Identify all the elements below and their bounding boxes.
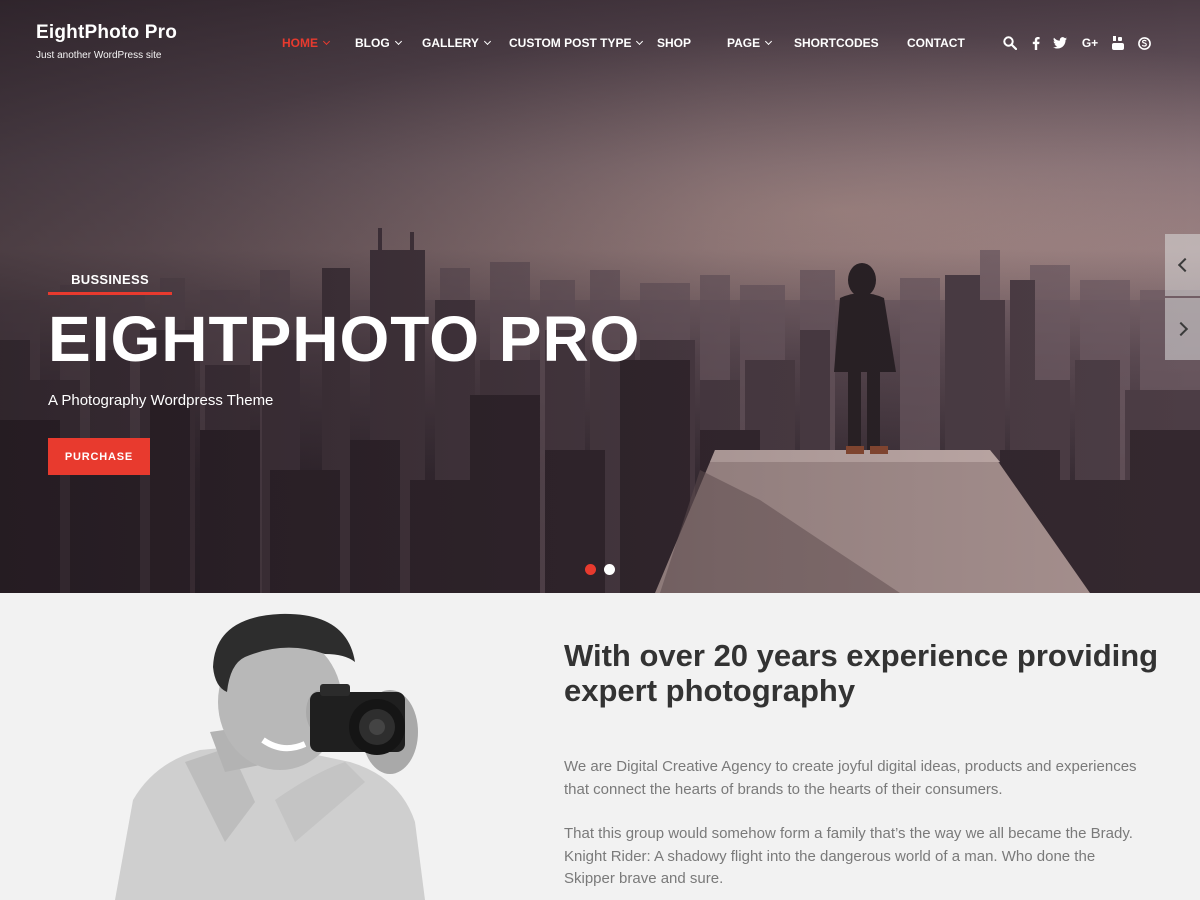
slider-pagination xyxy=(585,564,615,575)
nav-item-label: HOME xyxy=(282,36,318,50)
slider-dot-2[interactable] xyxy=(604,564,615,575)
nav-item-label: BLOG xyxy=(355,36,390,50)
chevron-down-icon xyxy=(765,37,773,46)
nav-item-label: SHOP xyxy=(657,36,692,50)
nav-item-label: CUSTOM POST TYPE xyxy=(509,36,632,50)
about-paragraph-1: We are Digital Creative Agency to create… xyxy=(564,758,1137,798)
nav-item-page[interactable]: PAGE xyxy=(727,36,773,50)
about-heading: With over 20 years experience providing … xyxy=(564,638,1159,708)
chevron-down-icon xyxy=(636,37,644,46)
photographer-image xyxy=(115,613,425,900)
hero-subtitle: A Photography Wordpress Theme xyxy=(48,392,274,409)
facebook-icon[interactable] xyxy=(1030,34,1042,52)
nav-item-custom-post-type[interactable]: CUSTOM POST TYPE xyxy=(509,36,644,50)
slider-prev-button[interactable] xyxy=(1165,234,1200,296)
site-tagline: Just another WordPress site xyxy=(36,50,162,61)
twitter-icon[interactable] xyxy=(1052,34,1068,52)
nav-item-shortcodes[interactable]: SHORTCODES xyxy=(794,36,879,50)
nav-item-label: GALLERY xyxy=(422,36,479,50)
search-icon[interactable] xyxy=(1002,34,1018,52)
slider-next-button[interactable] xyxy=(1165,298,1200,360)
skype-icon[interactable] xyxy=(1137,34,1151,52)
chevron-right-icon xyxy=(1173,321,1188,337)
google-plus-icon[interactable]: G+ xyxy=(1080,34,1100,52)
nav-item-home[interactable]: HOME xyxy=(282,36,331,50)
site-logo[interactable]: EightPhoto Pro Just another WordPress si… xyxy=(36,22,177,61)
site-title[interactable]: EightPhoto Pro xyxy=(36,22,177,44)
nav-item-label: CONTACT xyxy=(907,36,965,50)
nav-item-label: PAGE xyxy=(727,36,761,50)
nav-item-contact[interactable]: CONTACT xyxy=(907,36,965,50)
chevron-down-icon xyxy=(394,37,402,46)
hero-slider: EightPhoto Pro Just another WordPress si… xyxy=(0,0,1200,593)
chevron-left-icon xyxy=(1177,257,1192,273)
hero-category-label: BUSSINESS xyxy=(71,272,149,287)
chevron-down-icon xyxy=(483,37,491,46)
nav-item-shop[interactable]: SHOP xyxy=(657,36,691,50)
hero-category[interactable]: BUSSINESS xyxy=(48,272,172,295)
nav-item-gallery[interactable]: GALLERY xyxy=(422,36,491,50)
hero-title: EIGHTPHOTO PRO xyxy=(48,303,641,375)
nav-item-label: SHORTCODES xyxy=(794,36,879,50)
purchase-button[interactable]: PURCHASE xyxy=(48,438,150,475)
hero-category-underline xyxy=(48,292,172,295)
slider-dot-1[interactable] xyxy=(585,564,596,575)
hero-overlay xyxy=(0,0,1200,593)
about-paragraph-2: That this group would somehow form a fam… xyxy=(564,825,1133,887)
google-plus-label: G+ xyxy=(1081,36,1099,50)
youtube-icon[interactable] xyxy=(1111,34,1125,52)
chevron-down-icon xyxy=(322,37,331,46)
nav-item-blog[interactable]: BLOG xyxy=(355,36,402,50)
